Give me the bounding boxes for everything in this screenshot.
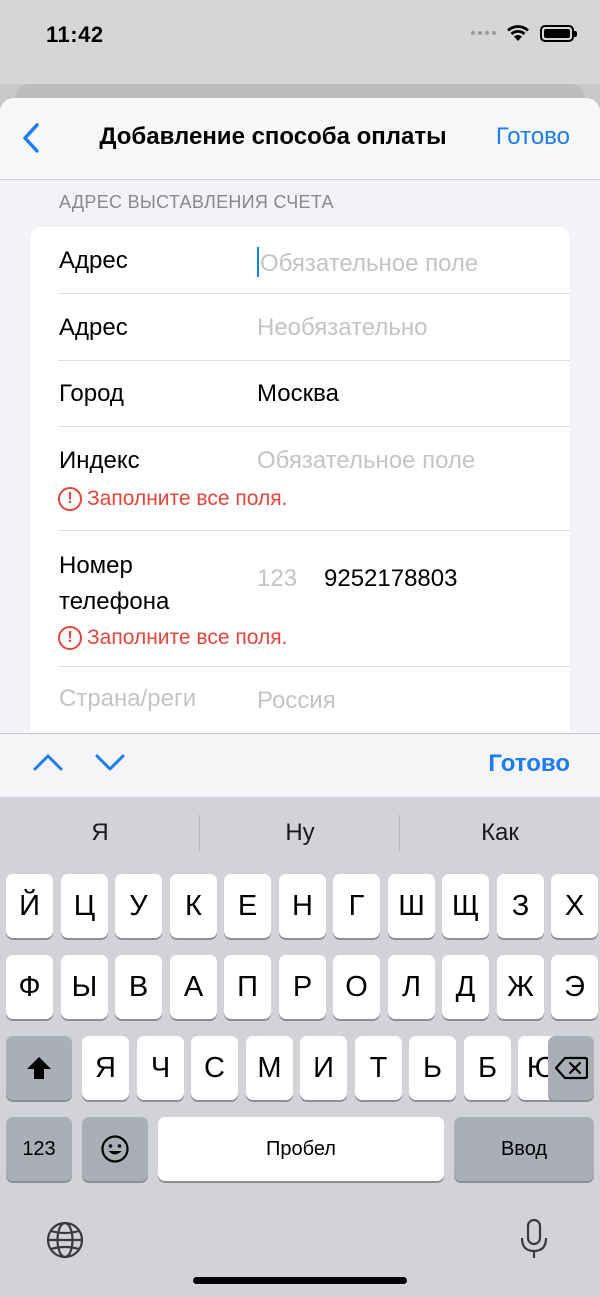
key[interactable]: Й xyxy=(6,874,53,938)
backspace-icon xyxy=(554,1056,588,1080)
key[interactable]: Д xyxy=(442,955,489,1019)
suggestion-bar: Я Ну Как xyxy=(0,797,600,869)
key[interactable]: Н xyxy=(279,874,326,938)
text-cursor xyxy=(257,247,259,277)
country-value[interactable]: Россия xyxy=(257,687,336,715)
key[interactable]: Г xyxy=(333,874,380,938)
key[interactable]: Щ xyxy=(442,874,489,938)
chevron-up-icon xyxy=(33,754,63,771)
key[interactable]: Ц xyxy=(61,874,108,938)
key[interactable]: В xyxy=(115,955,162,1019)
cellular-signal-icon xyxy=(471,31,496,35)
key[interactable]: Т xyxy=(355,1036,402,1100)
keyboard-toolbar: Готово xyxy=(0,733,600,797)
payment-method-sheet: Добавление способа оплаты Готово АДРЕС В… xyxy=(0,98,600,738)
home-indicator xyxy=(193,1277,407,1284)
key[interactable]: Ж xyxy=(497,955,544,1019)
key[interactable]: Ч xyxy=(137,1036,184,1100)
country-label: Страна/реги xyxy=(59,685,197,712)
zip-error: ! Заполните все поля. xyxy=(58,487,287,511)
toolbar-done-button[interactable]: Готово xyxy=(488,750,570,778)
address-line1-input[interactable]: Обязательное поле xyxy=(257,247,478,278)
status-bar: 11:42 xyxy=(0,0,600,84)
suggestion-item[interactable]: Я xyxy=(0,819,200,847)
key[interactable]: Ы xyxy=(61,955,108,1019)
address-line1-row[interactable]: Адрес Обязательное поле xyxy=(30,227,570,294)
phone-error: ! Заполните все поля. xyxy=(58,626,287,650)
key[interactable]: З xyxy=(497,874,544,938)
microphone-icon[interactable] xyxy=(519,1218,549,1265)
key[interactable]: Б xyxy=(464,1036,511,1100)
key[interactable]: С xyxy=(191,1036,238,1100)
zip-row[interactable]: Индекс Обязательное поле ! Заполните все… xyxy=(30,427,570,531)
navigation-bar: Добавление способа оплаты Готово xyxy=(0,98,600,180)
country-row[interactable]: Страна/реги Россия xyxy=(30,667,570,738)
key[interactable]: А xyxy=(170,955,217,1019)
suggestion-item[interactable]: Ну xyxy=(200,819,400,847)
section-header: АДРЕС ВЫСТАВЛЕНИЯ СЧЕТА xyxy=(59,192,334,212)
space-key[interactable]: Пробел xyxy=(158,1117,444,1181)
address-line2-input[interactable]: Необязательно xyxy=(257,314,427,342)
key[interactable]: М xyxy=(246,1036,293,1100)
status-icons xyxy=(471,24,577,42)
phone-label: Номер телефона xyxy=(59,552,170,615)
suggestion-item[interactable]: Как xyxy=(400,819,600,847)
shift-arrow-icon xyxy=(27,1057,51,1079)
phone-row[interactable]: Номер телефона 123 9252178803 ! Заполнит… xyxy=(30,531,570,667)
key[interactable]: Я xyxy=(82,1036,129,1100)
return-key[interactable]: Ввод xyxy=(454,1117,594,1181)
key[interactable]: Е xyxy=(224,874,271,938)
key[interactable]: Х xyxy=(551,874,598,938)
globe-icon[interactable] xyxy=(45,1220,85,1265)
key[interactable]: Ш xyxy=(388,874,435,938)
previous-field-button[interactable] xyxy=(32,752,64,777)
emoji-key[interactable] xyxy=(82,1117,148,1181)
phone-prefix-input[interactable]: 123 xyxy=(257,565,297,593)
key[interactable]: Р xyxy=(279,955,326,1019)
shift-key[interactable] xyxy=(6,1036,72,1100)
zip-label: Индекс xyxy=(59,447,140,474)
done-button[interactable]: Готово xyxy=(496,123,570,151)
phone-number-input[interactable]: 9252178803 xyxy=(324,565,457,593)
key[interactable]: Л xyxy=(388,955,435,1019)
city-row[interactable]: Город Москва xyxy=(30,361,570,427)
key[interactable]: К xyxy=(170,874,217,938)
billing-address-form: Адрес Обязательное поле Адрес Необязател… xyxy=(30,227,570,738)
emoji-icon xyxy=(101,1135,129,1163)
exclamation-circle-icon: ! xyxy=(58,626,82,650)
zip-input[interactable]: Обязательное поле xyxy=(257,447,475,475)
exclamation-circle-icon: ! xyxy=(58,487,82,511)
backspace-key[interactable] xyxy=(548,1036,594,1100)
status-time: 11:42 xyxy=(46,22,104,47)
battery-icon xyxy=(540,24,577,42)
key[interactable]: Ь xyxy=(409,1036,456,1100)
city-label: Город xyxy=(59,380,124,407)
key[interactable]: И xyxy=(300,1036,347,1100)
numbers-key[interactable]: 123 xyxy=(6,1117,72,1181)
chevron-down-icon xyxy=(95,754,125,771)
address-line2-row[interactable]: Адрес Необязательно xyxy=(30,294,570,361)
key[interactable]: Ф xyxy=(6,955,53,1019)
next-field-button[interactable] xyxy=(94,752,126,777)
key[interactable]: У xyxy=(115,874,162,938)
key[interactable]: П xyxy=(224,955,271,1019)
wifi-icon xyxy=(507,25,529,41)
address-line2-label: Адрес xyxy=(59,314,128,341)
keyboard: Я Ну Как ЙЦУКЕНГШЩЗХ ФЫВАПРОЛДЖЭ ЯЧСМИТЬ… xyxy=(0,797,600,1297)
key[interactable]: Э xyxy=(551,955,598,1019)
city-input[interactable]: Москва xyxy=(257,380,339,408)
key[interactable]: О xyxy=(333,955,380,1019)
address-line1-label: Адрес xyxy=(59,247,128,274)
